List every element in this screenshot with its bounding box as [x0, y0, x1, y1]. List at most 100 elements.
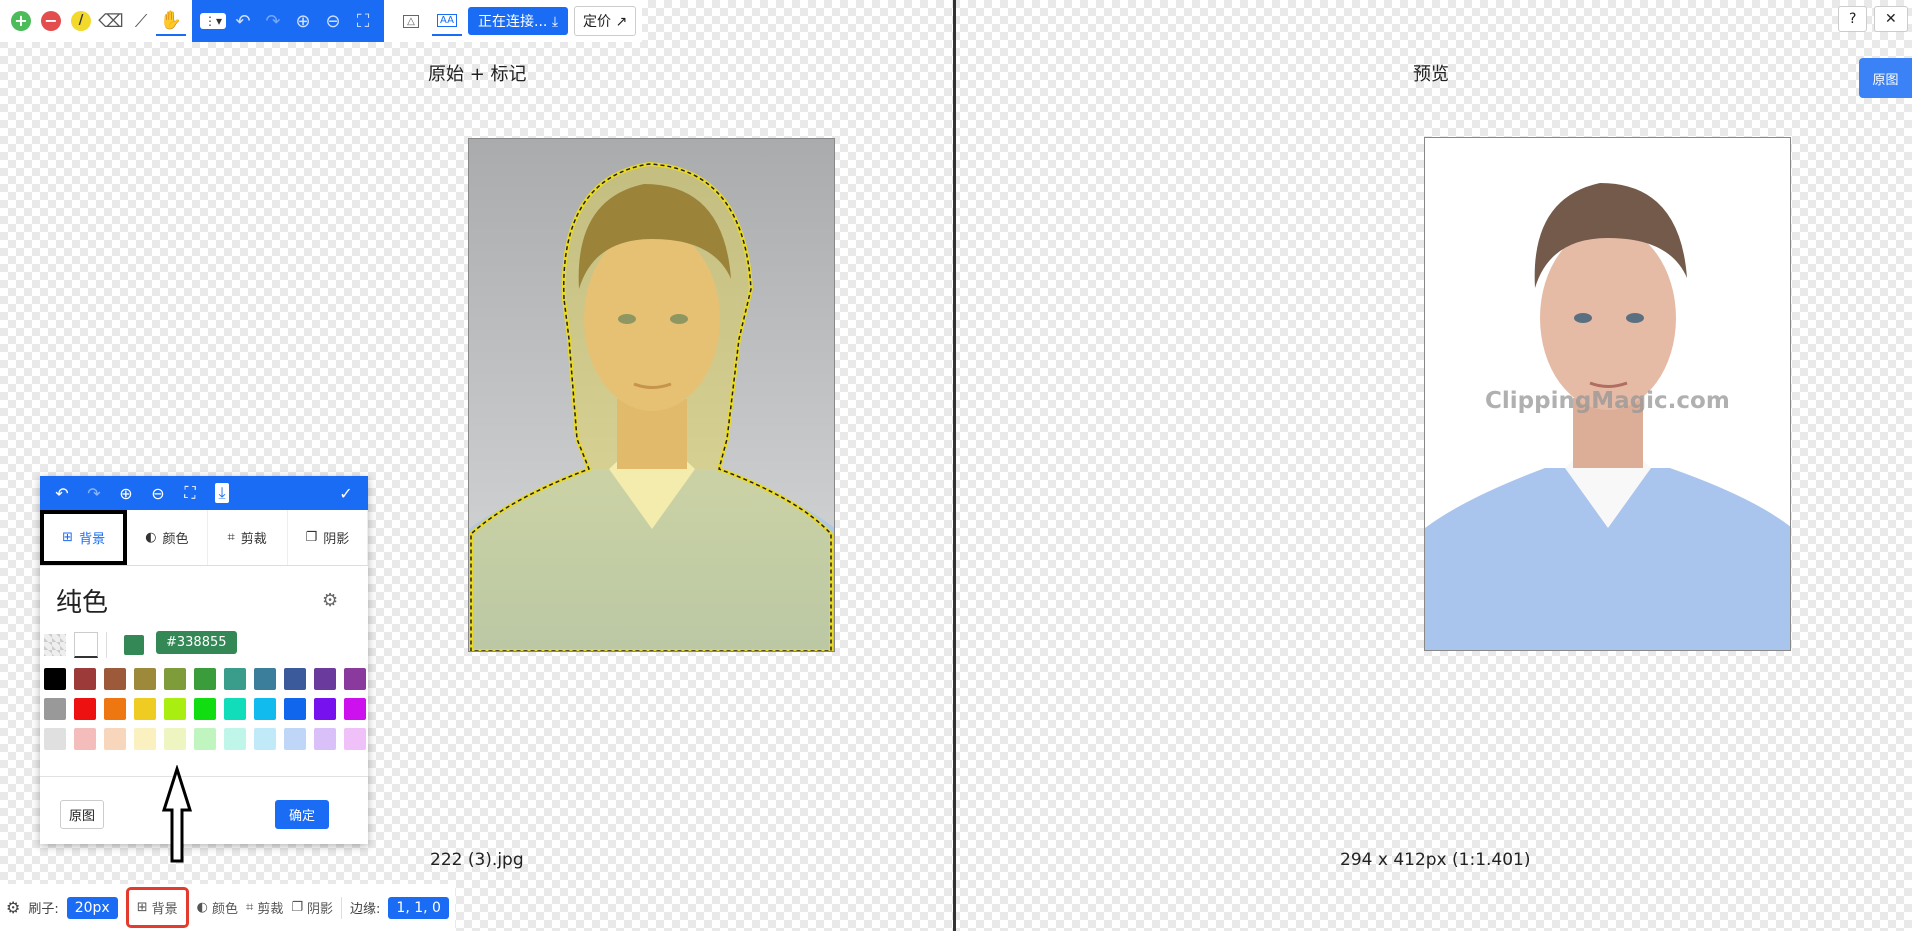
mode-single-button[interactable]: △ [396, 6, 426, 36]
color-swatch[interactable] [134, 698, 156, 720]
color-swatch[interactable] [254, 668, 276, 690]
color-swatch[interactable] [194, 698, 216, 720]
add-mark-tool[interactable]: + [6, 6, 36, 36]
grid-icon: ⊞ [136, 900, 148, 915]
right-panel-title: 预览 [1413, 64, 1449, 85]
settings-gear-icon[interactable]: ⚙ [6, 898, 20, 917]
color-swatch[interactable] [344, 668, 366, 690]
undo-button[interactable]: ↶ [228, 6, 258, 36]
shadow-icon: ❐ [305, 530, 318, 545]
color-swatch[interactable] [74, 728, 96, 750]
original-toggle-button[interactable]: 原图 [1859, 58, 1912, 98]
hair-tool[interactable]: / [66, 6, 96, 36]
watermark: ClippingMagic.com [1485, 388, 1730, 414]
mode-group: △ AA 正在连接... ⤓ 定价 ↗ [384, 0, 642, 42]
color-swatch[interactable] [74, 698, 96, 720]
color-swatch[interactable] [284, 728, 306, 750]
color-swatch[interactable] [314, 668, 336, 690]
remove-mark-tool[interactable]: − [36, 6, 66, 36]
color-hex-input[interactable]: #338855 [156, 631, 237, 654]
color-swatch[interactable] [224, 728, 246, 750]
connect-button[interactable]: 正在连接... ⤓ [468, 7, 569, 35]
color-swatch[interactable] [194, 728, 216, 750]
color-swatch[interactable] [254, 698, 276, 720]
background-popup: ↶ ↷ ⊕ ⊖ ⛶ ⤓ ✓ ⊞ 背景 ◐ 颜色 ⌗ 剪裁 ❐ 阴影 纯色 ⚙ #3388… [40, 476, 368, 844]
popup-header: ↶ ↷ ⊕ ⊖ ⛶ ⤓ ✓ [40, 476, 368, 510]
panel-divider[interactable] [953, 0, 956, 931]
color-swatch[interactable] [44, 728, 66, 750]
external-link-icon: ↗ [615, 14, 628, 30]
color-swatch[interactable] [224, 698, 246, 720]
dimensions-label: 294 x 412px (1:1.401) [1340, 850, 1531, 870]
color-swatch[interactable] [44, 698, 66, 720]
popup-confirm-check[interactable]: ✓ [330, 478, 362, 508]
gear-icon[interactable]: ⚙ [322, 590, 338, 611]
close-icon: ✕ [1885, 11, 1897, 27]
color-swatch[interactable] [194, 668, 216, 690]
color-swatch[interactable] [284, 668, 306, 690]
original-button[interactable]: 原图 [60, 800, 105, 829]
eraser-tool[interactable]: ⌫ [96, 6, 126, 36]
popup-redo-button[interactable]: ↷ [78, 478, 110, 508]
help-button[interactable]: ? [1838, 6, 1868, 32]
zoom-out-button[interactable]: ⊖ [318, 6, 348, 36]
popup-zoom-out-button[interactable]: ⊖ [142, 478, 174, 508]
color-swatch[interactable] [344, 728, 366, 750]
color-button[interactable]: ◐ 颜色 [197, 898, 238, 917]
hand-icon: ✋ [159, 9, 183, 31]
transparent-swatch[interactable] [44, 634, 66, 656]
crop-icon: ⌗ [246, 900, 254, 915]
contrast-icon: ◐ [196, 900, 208, 915]
color-swatch[interactable] [164, 728, 186, 750]
shadow-button[interactable]: ❐ 阴影 [291, 898, 333, 917]
crop-button[interactable]: ⌗ 剪裁 [246, 898, 283, 917]
color-swatch[interactable] [314, 728, 336, 750]
close-button[interactable]: ✕ [1874, 6, 1908, 32]
color-swatch[interactable] [344, 698, 366, 720]
color-swatch[interactable] [314, 698, 336, 720]
pan-tool[interactable]: ✋ [156, 6, 186, 36]
popup-undo-button[interactable]: ↶ [46, 478, 78, 508]
color-swatch[interactable] [44, 668, 66, 690]
color-swatch[interactable] [104, 668, 126, 690]
confirm-button[interactable]: 确定 [275, 800, 330, 829]
filename-label: 222 (3).jpg [430, 850, 524, 870]
preview-photo: ClippingMagic.com [1424, 137, 1791, 651]
tab-shadow[interactable]: ❐ 阴影 [288, 510, 368, 565]
color-swatch[interactable] [134, 728, 156, 750]
tab-crop[interactable]: ⌗ 剪裁 [208, 510, 288, 565]
original-photo[interactable] [468, 138, 835, 652]
white-swatch[interactable] [74, 632, 98, 658]
edge-value-button[interactable]: 1, 1, 0 [388, 896, 449, 919]
color-swatch[interactable] [164, 698, 186, 720]
color-swatch[interactable] [224, 668, 246, 690]
color-swatch[interactable] [254, 728, 276, 750]
popup-zoom-in-button[interactable]: ⊕ [110, 478, 142, 508]
tab-background[interactable]: ⊞ 背景 [40, 510, 128, 565]
brush-size-button[interactable]: 20px [66, 896, 118, 919]
download-icon: ⤓ [215, 483, 229, 503]
color-swatch[interactable] [134, 668, 156, 690]
color-swatch[interactable] [104, 698, 126, 720]
pricing-button[interactable]: 定价 ↗ [574, 6, 637, 36]
color-swatch[interactable] [284, 698, 306, 720]
more-menu-button[interactable]: ⋮▾ [198, 6, 228, 36]
scalpel-tool[interactable]: ⟋ [126, 6, 156, 36]
color-swatch[interactable] [104, 728, 126, 750]
view-group: ⋮▾ ↶ ↷ ⊕ ⊖ ⛶ [192, 0, 384, 42]
redo-button[interactable]: ↷ [258, 6, 288, 36]
popup-download-button[interactable]: ⤓ [206, 478, 238, 508]
bottombar-divider [341, 896, 343, 919]
popup-fit-button[interactable]: ⛶ [174, 478, 206, 508]
zoom-in-button[interactable]: ⊕ [288, 6, 318, 36]
current-color-swatch[interactable] [124, 635, 144, 655]
tab-color[interactable]: ◐ 颜色 [127, 510, 208, 565]
background-button[interactable]: ⊞ 背景 [125, 887, 189, 928]
popup-tabs: ⊞ 背景 ◐ 颜色 ⌗ 剪裁 ❐ 阴影 [40, 510, 368, 566]
zoom-out-icon: ⊖ [151, 483, 165, 503]
fit-button[interactable]: ⛶ [348, 6, 378, 36]
color-swatch[interactable] [164, 668, 186, 690]
mode-dual-button[interactable]: AA [432, 6, 462, 36]
color-swatch[interactable] [74, 668, 96, 690]
shadow-icon: ❐ [291, 900, 304, 915]
